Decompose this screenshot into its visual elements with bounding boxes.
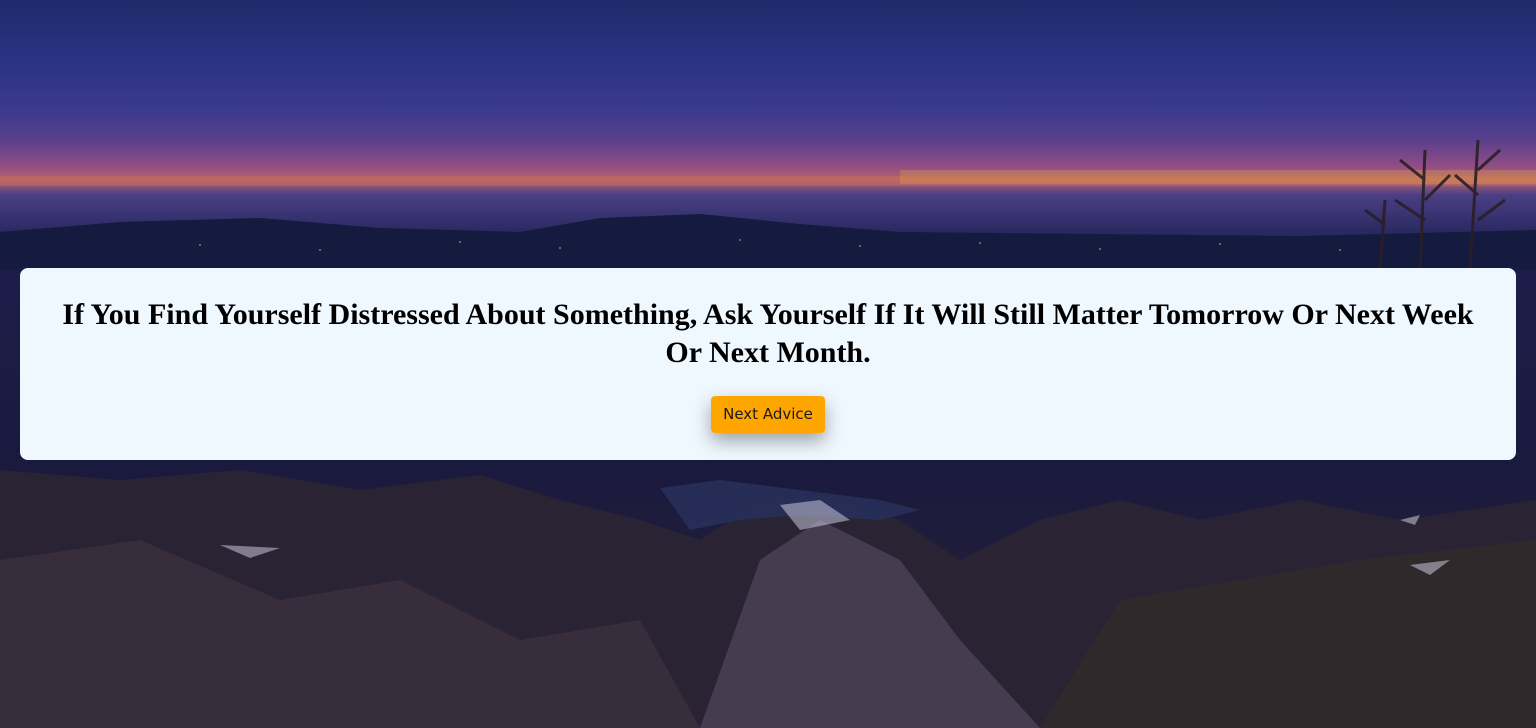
next-advice-button[interactable]: Next Advice (711, 396, 825, 433)
advice-text: If You Find Yourself Distressed About So… (62, 298, 1474, 369)
advice-card: If You Find Yourself Distressed About So… (20, 268, 1516, 460)
